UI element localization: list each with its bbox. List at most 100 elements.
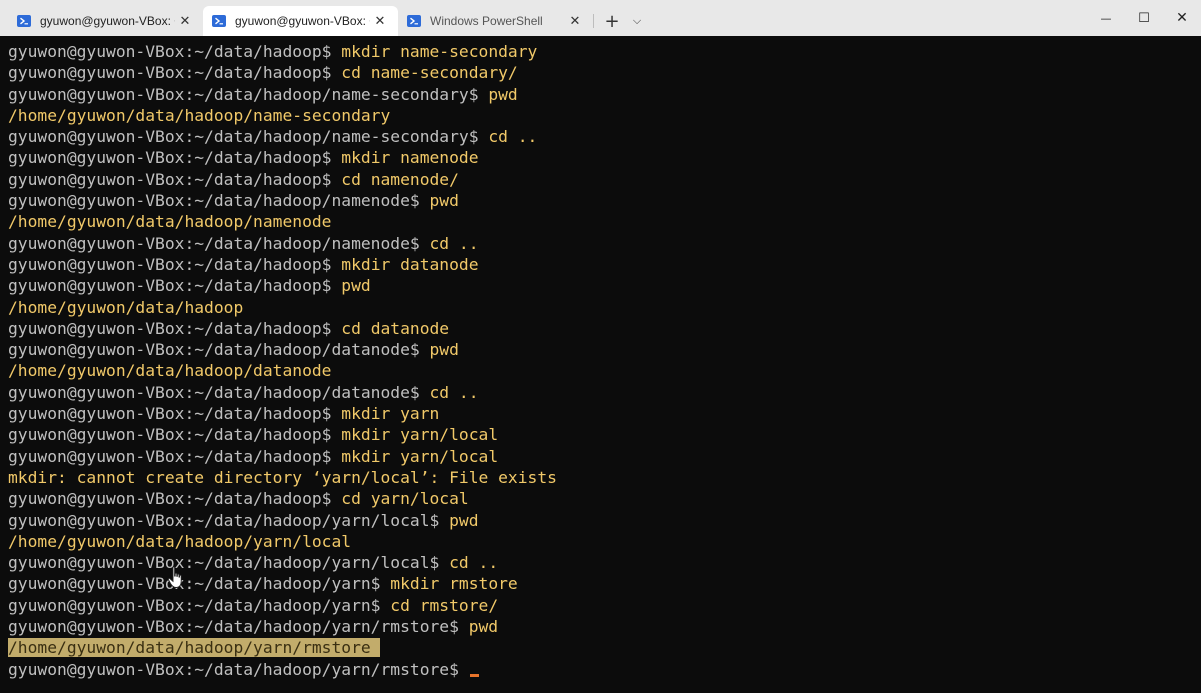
terminal-line: gyuwon@gyuwon-VBox:~/data/hadoop$ mkdir …	[8, 147, 1201, 168]
tab-dropdown-icon[interactable]: ⌵	[627, 6, 647, 36]
shell-command: mkdir name-secondary	[341, 42, 538, 61]
powershell-icon	[16, 13, 32, 29]
tab-close-icon[interactable]: ✕	[370, 11, 390, 31]
shell-command: mkdir namenode	[341, 148, 479, 168]
shell-prompt: gyuwon@gyuwon-VBox:~/data/hadoop/datanod…	[8, 382, 430, 402]
powershell-icon	[406, 13, 422, 29]
shell-prompt: gyuwon@gyuwon-VBox:~/data/hadoop$	[8, 148, 342, 168]
terminal-line: mkdir: cannot create directory ‘yarn/loc…	[8, 467, 1201, 488]
command-output: /home/gyuwon/data/hadoop/yarn/local	[8, 531, 352, 551]
tab-gyuwon-active[interactable]: gyuwon@gyuwon-VBox: ~/c ✕	[203, 6, 398, 36]
shell-command: cd datanode	[341, 318, 450, 338]
terminal-line: gyuwon@gyuwon-VBox:~/data/hadoop$ cd dat…	[8, 318, 1201, 339]
terminal-line: gyuwon@gyuwon-VBox:~/data/hadoop$ mkdir …	[8, 403, 1201, 424]
command-output: /home/gyuwon/data/hadoop/namenode	[8, 212, 332, 232]
shell-prompt: gyuwon@gyuwon-VBox:~/data/hadoop$	[8, 489, 342, 509]
terminal-line: gyuwon@gyuwon-VBox:~/data/hadoop$ cd nam…	[8, 169, 1201, 190]
shell-command: cd namenode/	[341, 169, 459, 189]
shell-command: cd ..	[488, 127, 538, 147]
terminal-line: /home/gyuwon/data/hadoop/name-secondary	[8, 105, 1201, 126]
shell-command: cd name-secondary/	[341, 63, 518, 83]
shell-command: cd ..	[429, 382, 479, 402]
close-button[interactable]: ✕	[1163, 0, 1201, 36]
terminal-line: /home/gyuwon/data/hadoop	[8, 297, 1201, 318]
shell-prompt: gyuwon@gyuwon-VBox:~/data/hadoop$	[8, 446, 342, 466]
terminal-line: gyuwon@gyuwon-VBox:~/data/hadoop/yarn$ c…	[8, 595, 1201, 616]
terminal-line: gyuwon@gyuwon-VBox:~/data/hadoop$ mkdir …	[8, 446, 1201, 467]
shell-prompt: gyuwon@gyuwon-VBox:~/data/hadoop/yarn/rm…	[8, 659, 469, 679]
terminal-line: /home/gyuwon/data/hadoop/yarn/rmstore	[8, 637, 1201, 658]
shell-prompt: gyuwon@gyuwon-VBox:~/data/hadoop$	[8, 42, 342, 61]
new-tab-button[interactable]: +	[597, 6, 627, 36]
powershell-icon	[211, 13, 227, 29]
command-output: mkdir: cannot create directory ‘yarn/loc…	[8, 467, 557, 487]
shell-command: cd ..	[449, 553, 499, 573]
text-cursor	[469, 673, 479, 677]
shell-prompt: gyuwon@gyuwon-VBox:~/data/hadoop/yarn/lo…	[8, 510, 450, 530]
terminal-line: gyuwon@gyuwon-VBox:~/data/hadoop$ mkdir …	[8, 254, 1201, 275]
shell-prompt: gyuwon@gyuwon-VBox:~/data/hadoop$	[8, 425, 342, 445]
tab-gyuwon-hadoop[interactable]: gyuwon@gyuwon-VBox: ~/ha ✕	[8, 6, 204, 36]
shell-prompt: gyuwon@gyuwon-VBox:~/data/hadoop$	[8, 276, 342, 296]
shell-command: pwd	[341, 276, 371, 296]
tab-label: gyuwon@gyuwon-VBox: ~/ha	[40, 14, 175, 28]
minimize-button[interactable]: —	[1087, 0, 1125, 36]
terminal-line: gyuwon@gyuwon-VBox:~/data/hadoop$ mkdir …	[8, 424, 1201, 445]
shell-prompt: gyuwon@gyuwon-VBox:~/data/hadoop$	[8, 318, 342, 338]
shell-command: cd ..	[429, 233, 479, 253]
shell-command: mkdir yarn/local	[341, 425, 499, 445]
shell-prompt: gyuwon@gyuwon-VBox:~/data/hadoop$	[8, 404, 342, 424]
shell-command: cd yarn/local	[341, 489, 469, 509]
shell-command: mkdir yarn	[341, 404, 440, 424]
terminal-line: gyuwon@gyuwon-VBox:~/data/hadoop$ pwd	[8, 275, 1201, 296]
terminal-line: gyuwon@gyuwon-VBox:~/data/hadoop/datanod…	[8, 339, 1201, 360]
terminal-line: gyuwon@gyuwon-VBox:~/data/hadoop$ cd yar…	[8, 488, 1201, 509]
terminal-line: gyuwon@gyuwon-VBox:~/data/hadoop/namenod…	[8, 233, 1201, 254]
tab-close-icon[interactable]: ✕	[565, 11, 585, 31]
terminal-line: gyuwon@gyuwon-VBox:~/data/hadoop/name-se…	[8, 84, 1201, 105]
shell-prompt: gyuwon@gyuwon-VBox:~/data/hadoop/yarn$	[8, 595, 391, 615]
tab-separator	[593, 14, 594, 28]
shell-command: mkdir yarn/local	[341, 446, 499, 466]
terminal-line: gyuwon@gyuwon-VBox:~/data/hadoop/yarn/lo…	[8, 510, 1201, 531]
terminal-line: gyuwon@gyuwon-VBox:~/data/hadoop/yarn/rm…	[8, 659, 1201, 680]
shell-command: cd rmstore/	[390, 595, 499, 615]
tab-strip: gyuwon@gyuwon-VBox: ~/ha ✕ gyuwon@gyuwon…	[0, 0, 647, 36]
terminal-window: gyuwon@gyuwon-VBox: ~/ha ✕ gyuwon@gyuwon…	[0, 0, 1201, 693]
terminal-line: gyuwon@gyuwon-VBox:~/data/hadoop/namenod…	[8, 190, 1201, 211]
shell-command: pwd	[429, 340, 459, 360]
tab-label: Windows PowerShell	[430, 14, 543, 28]
shell-command: pwd	[429, 191, 459, 211]
shell-prompt: gyuwon@gyuwon-VBox:~/data/hadoop/name-se…	[8, 127, 489, 147]
tab-label: gyuwon@gyuwon-VBox: ~/c	[235, 14, 370, 28]
maximize-button[interactable]: ☐	[1125, 0, 1163, 36]
shell-prompt: gyuwon@gyuwon-VBox:~/data/hadoop$	[8, 169, 342, 189]
shell-prompt: gyuwon@gyuwon-VBox:~/data/hadoop$	[8, 63, 342, 83]
tab-close-icon[interactable]: ✕	[175, 11, 195, 31]
shell-command: mkdir datanode	[341, 254, 479, 274]
shell-prompt: gyuwon@gyuwon-VBox:~/data/hadoop/datanod…	[8, 340, 430, 360]
terminal-line: gyuwon@gyuwon-VBox:~/data/hadoop/name-se…	[8, 126, 1201, 147]
tab-windows-powershell[interactable]: Windows PowerShell ✕	[398, 6, 594, 36]
terminal-line: /home/gyuwon/data/hadoop/namenode	[8, 211, 1201, 232]
shell-command: pwd	[488, 84, 518, 104]
tab-bar: gyuwon@gyuwon-VBox: ~/ha ✕ gyuwon@gyuwon…	[0, 0, 1201, 36]
selected-output: /home/gyuwon/data/hadoop/yarn/rmstore	[8, 638, 381, 658]
terminal-line: gyuwon@gyuwon-VBox:~/data/hadoop$ mkdir …	[8, 41, 1201, 62]
minimize-icon: —	[1100, 11, 1112, 25]
terminal-line: gyuwon@gyuwon-VBox:~/data/hadoop/yarn/rm…	[8, 616, 1201, 637]
hand-cursor-icon	[167, 566, 187, 590]
window-controls: — ☐ ✕	[1087, 0, 1201, 36]
close-icon: ✕	[1176, 10, 1188, 26]
command-output: /home/gyuwon/data/hadoop/name-secondary	[8, 105, 391, 125]
maximize-icon: ☐	[1138, 10, 1150, 26]
shell-prompt: gyuwon@gyuwon-VBox:~/data/hadoop/yarn/rm…	[8, 617, 469, 637]
shell-prompt: gyuwon@gyuwon-VBox:~/data/hadoop/namenod…	[8, 233, 430, 253]
command-output: /home/gyuwon/data/hadoop/datanode	[8, 361, 332, 381]
shell-prompt: gyuwon@gyuwon-VBox:~/data/hadoop/namenod…	[8, 191, 430, 211]
shell-prompt: gyuwon@gyuwon-VBox:~/data/hadoop/name-se…	[8, 84, 489, 104]
shell-command: mkdir rmstore	[390, 574, 518, 594]
terminal-line: gyuwon@gyuwon-VBox:~/data/hadoop/datanod…	[8, 382, 1201, 403]
terminal-output[interactable]: gyuwon@gyuwon-VBox:~/data/hadoop$ mkdir …	[0, 36, 1201, 693]
terminal-line: /home/gyuwon/data/hadoop/yarn/local	[8, 531, 1201, 552]
